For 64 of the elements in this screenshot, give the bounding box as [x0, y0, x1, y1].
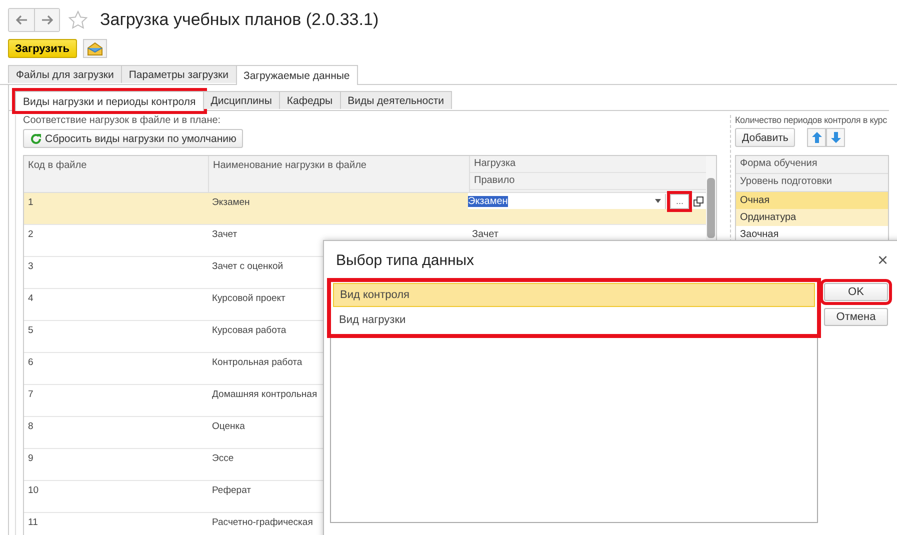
- envelope-icon: [86, 42, 103, 56]
- table-cell: 9: [28, 453, 34, 464]
- table-cell: 7: [28, 389, 34, 400]
- tab[interactable]: Файлы для загрузки: [8, 65, 122, 83]
- move-up-button[interactable]: [807, 128, 826, 147]
- refresh-icon: [30, 132, 42, 144]
- tab[interactable]: Виды нагрузки и периоды контроля: [15, 91, 204, 111]
- open-window-icon[interactable]: [693, 196, 704, 206]
- tab[interactable]: Кафедры: [278, 91, 341, 109]
- close-button[interactable]: ×: [873, 250, 892, 271]
- add-button[interactable]: Добавить: [735, 128, 796, 147]
- table-cell: 4: [28, 293, 34, 304]
- table-cell: Домашняя контрольная: [212, 389, 318, 400]
- column-header: Форма обучения: [736, 156, 888, 174]
- table-cell: 10: [28, 485, 39, 496]
- load-button[interactable]: Загрузить: [8, 39, 77, 58]
- table-cell: Расчетно-графическая: [212, 517, 313, 528]
- tab[interactable]: Дисциплины: [202, 91, 280, 109]
- forward-arrow-icon: [41, 15, 53, 25]
- table-cell: Оценка: [212, 421, 245, 432]
- up-arrow-icon: [812, 132, 822, 143]
- table-cell: 6: [28, 357, 34, 368]
- table-cell-text: Заочная: [739, 228, 780, 242]
- reset-button[interactable]: Сбросить виды нагрузки по умолчанию: [23, 129, 244, 148]
- move-down-button[interactable]: [826, 128, 846, 147]
- table-cell: Курсовой проект: [212, 293, 286, 304]
- load-input-field[interactable]: Экзамен: [468, 194, 666, 208]
- tab[interactable]: Параметры загрузки: [120, 65, 236, 83]
- mail-button[interactable]: [82, 39, 107, 58]
- tab[interactable]: Загружаемые данные: [236, 65, 358, 85]
- scrollbar-thumb[interactable]: [707, 178, 715, 238]
- forward-button[interactable]: [34, 9, 59, 31]
- table-cell: 8: [28, 421, 34, 432]
- table-cell: Очная: [736, 192, 888, 209]
- list-item[interactable]: Вид нагрузки: [333, 309, 815, 333]
- column-header: Код в файле: [24, 156, 209, 192]
- table-cell: Ординатура: [736, 209, 888, 226]
- back-arrow-icon: [16, 15, 28, 25]
- dropdown-caret-icon: [655, 199, 662, 203]
- list-item[interactable]: Вид контроля: [333, 283, 815, 307]
- table-cell: 1: [28, 197, 34, 208]
- table-cell: 3: [28, 261, 34, 272]
- table-cell: Реферат: [212, 485, 252, 496]
- table-cell: Контрольная работа: [212, 357, 302, 368]
- star-icon[interactable]: [68, 10, 88, 30]
- cancel-button[interactable]: Отмена: [824, 308, 888, 326]
- table-cell: 2: [28, 229, 34, 240]
- table-cell: Эссе: [212, 453, 234, 464]
- section-caption: Количество периодов контроля в курс: [735, 115, 888, 125]
- window-title: Загрузка учебных планов (2.0.33.1): [100, 10, 379, 30]
- down-arrow-icon: [830, 132, 841, 143]
- back-button[interactable]: [9, 9, 34, 31]
- section-caption: Соответствие нагрузок в файле и в плане:: [23, 115, 221, 126]
- table-cell: 5: [28, 325, 34, 336]
- dialog-title: Выбор типа данных: [336, 252, 474, 269]
- table-cell: 11: [28, 517, 38, 528]
- tab[interactable]: Виды деятельности: [340, 91, 452, 109]
- table-cell: Зачет: [212, 229, 238, 240]
- table-cell: Курсовая работа: [212, 325, 286, 336]
- column-header: Наименование нагрузки в файле: [209, 156, 470, 192]
- table-cell: Зачет с оценкой: [212, 261, 284, 272]
- column-header: Уровень подготовки: [736, 174, 888, 192]
- table-cell-text: Зачет: [471, 228, 500, 242]
- table-cell: Экзамен: [212, 197, 250, 208]
